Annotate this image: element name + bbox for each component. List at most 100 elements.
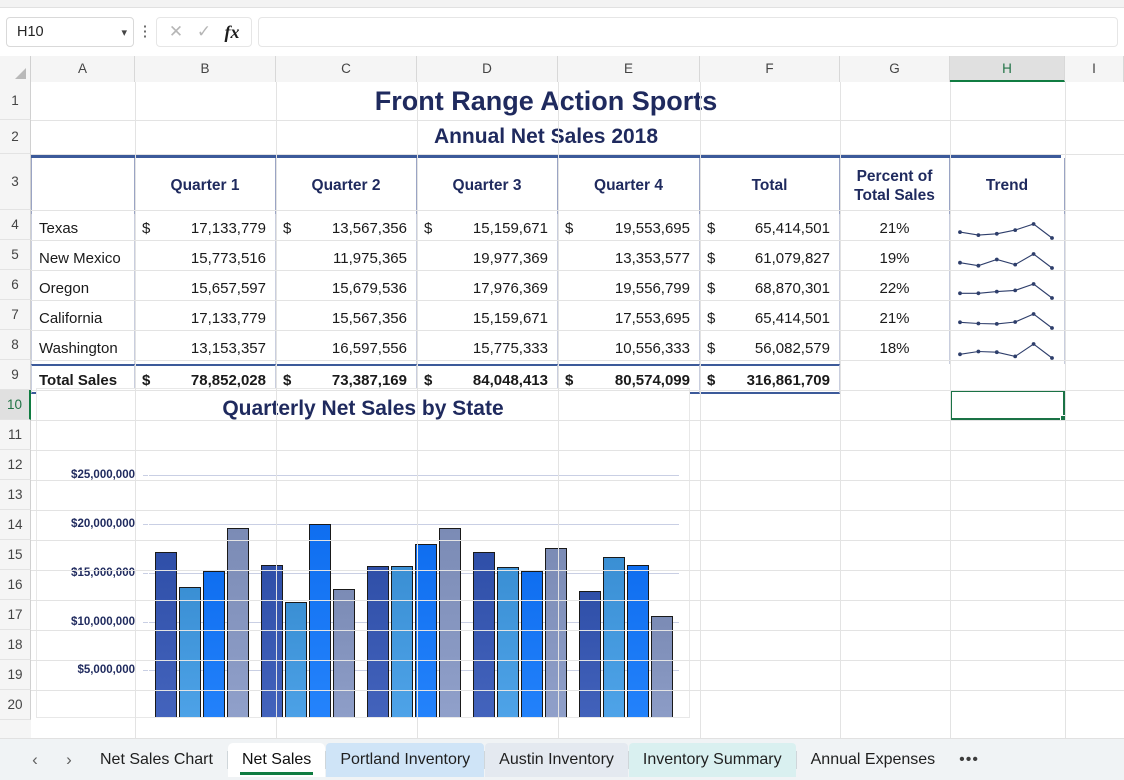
table-header-quarter-1[interactable]: Quarter 1 (135, 158, 276, 214)
row-header-17[interactable]: 17 (0, 600, 31, 630)
grid-vline (417, 82, 418, 738)
state-name: California (39, 310, 103, 327)
grid-vline (840, 82, 841, 738)
grid-vline (135, 82, 136, 738)
grid-hline (31, 480, 1124, 481)
insert-function-icon[interactable]: fx (219, 22, 245, 43)
column-header-e[interactable]: E (558, 56, 700, 82)
chart-bar (650, 616, 674, 717)
table-header-percent-of-total-sales[interactable]: Percent of Total Sales (840, 158, 950, 214)
row-header-20[interactable]: 20 (0, 690, 31, 720)
row-headers: 1 2 3 4 5 6 7 8 9 10 11 12 13 14 15 16 17 18 19 20 (0, 82, 31, 738)
row-header-9[interactable]: 9 (0, 360, 31, 390)
sheet-tab-inventory-summary[interactable]: Inventory Summary (628, 742, 796, 777)
column-header-a[interactable]: A (31, 56, 135, 82)
cancel-icon[interactable]: ✕ (163, 22, 189, 42)
chart-bar (260, 565, 284, 717)
chart-ytick-label: $20,000,000 (71, 518, 135, 531)
row-header-19[interactable]: 19 (0, 660, 31, 690)
ribbon-collapse-nub[interactable] (548, 0, 558, 4)
chevron-left-icon[interactable]: ‹ (18, 750, 52, 770)
row-header-18[interactable]: 18 (0, 630, 31, 660)
sheet-tab-net-sales[interactable]: Net Sales (227, 742, 326, 777)
row-header-1[interactable]: 1 (0, 82, 31, 120)
chart-bar (390, 566, 414, 717)
grid-hline (31, 600, 1124, 601)
percent-header-line1: Percent of (856, 167, 933, 185)
chart-ytick-mark (143, 572, 148, 574)
chart-ytick-label: $15,000,000 (71, 566, 135, 579)
grid-vline (1065, 82, 1066, 738)
column-header-f[interactable]: F (700, 56, 840, 82)
row-header-2[interactable]: 2 (0, 120, 31, 154)
sheet-tab-label: Portland Inventory (340, 750, 471, 768)
name-box[interactable]: H10 ▾ (6, 17, 134, 47)
formula-bar: H10 ▾ ⋮ ✕ ✓ fx (0, 8, 1124, 56)
chevron-right-icon[interactable]: › (52, 750, 86, 770)
grid-hline (31, 450, 1124, 451)
row-header-6[interactable]: 6 (0, 270, 31, 300)
table-header-quarter-2[interactable]: Quarter 2 (276, 158, 417, 214)
sheet-tabs: Net Sales Chart Net Sales Portland Invento… (86, 742, 989, 777)
grid-hline (31, 660, 1124, 661)
worksheet-grid: ABCDEFGHI 1 2 3 4 5 6 7 8 9 10 11 12 13 14 15 16 17 18 19 2… (0, 56, 1124, 738)
chart-bar (578, 590, 602, 717)
grid-hline (31, 210, 1124, 211)
chart-bar (332, 588, 356, 717)
column-header-b[interactable]: B (135, 56, 276, 82)
enter-icon[interactable]: ✓ (191, 22, 217, 42)
table-header-total[interactable]: Total (700, 158, 840, 214)
row-header-13[interactable]: 13 (0, 480, 31, 510)
chart-bar (308, 524, 332, 717)
select-all-corner[interactable] (0, 56, 31, 82)
row-header-8[interactable]: 8 (0, 330, 31, 360)
sheet-tab-label: Inventory Summary (642, 750, 782, 768)
grid-hline (31, 510, 1124, 511)
formula-input[interactable] (258, 17, 1118, 47)
column-header-d[interactable]: D (417, 56, 558, 82)
report-title: Front Range Action Sports (374, 86, 718, 116)
chart-ytick-mark (143, 621, 148, 623)
chart-gridline (149, 524, 679, 526)
chart-bar (154, 552, 178, 717)
chart-ytick-mark (143, 524, 148, 526)
more-sheets-icon[interactable]: ••• (949, 751, 989, 769)
row-header-15[interactable]: 15 (0, 540, 31, 570)
row-header-5[interactable]: 5 (0, 240, 31, 270)
sheet-tab-annual-expenses[interactable]: Annual Expenses (797, 743, 950, 777)
row-header-10[interactable]: 10 (0, 390, 31, 420)
sheet-tab-austin-inventory[interactable]: Austin Inventory (485, 742, 628, 777)
row-header-11[interactable]: 11 (0, 420, 31, 450)
sheet-tab-portland-inventory[interactable]: Portland Inventory (326, 742, 485, 777)
total-row-label: Total Sales (39, 372, 118, 389)
row-header-3[interactable]: 3 (0, 154, 31, 210)
row-header-14[interactable]: 14 (0, 510, 31, 540)
row-header-7[interactable]: 7 (0, 300, 31, 330)
table-header-state[interactable] (31, 158, 135, 214)
column-header-c[interactable]: C (276, 56, 417, 82)
column-header-h[interactable]: H (950, 56, 1065, 82)
row-header-12[interactable]: 12 (0, 450, 31, 480)
currency-symbol: $ (707, 372, 716, 389)
grid-hline (31, 330, 1124, 331)
column-header-g[interactable]: G (840, 56, 950, 82)
column-headers: ABCDEFGHI (0, 56, 1124, 82)
grid-hline (31, 300, 1124, 301)
sheet-tab-net-sales-chart[interactable]: Net Sales Chart (86, 743, 227, 777)
chart-bar (626, 565, 650, 717)
selected-cell-h10[interactable] (950, 390, 1067, 422)
more-options-icon[interactable]: ⋮ (134, 24, 156, 39)
chevron-down-icon[interactable]: ▾ (121, 26, 127, 39)
state-name: Washington (39, 340, 118, 357)
row-header-16[interactable]: 16 (0, 570, 31, 600)
table-header-quarter-4[interactable]: Quarter 4 (558, 158, 700, 214)
grid-hline (31, 120, 1124, 121)
table-header-trend[interactable]: Trend (950, 158, 1065, 214)
percent-header-line2: Total Sales (854, 187, 935, 204)
chart-bar (520, 571, 544, 717)
row-header-4[interactable]: 4 (0, 210, 31, 240)
grand-total-cell-value: 316,861,709 (746, 372, 830, 389)
column-header-i[interactable]: I (1065, 56, 1124, 82)
sheet-canvas[interactable]: Front Range Action Sports Annual Net Sal… (31, 82, 1124, 738)
table-header-quarter-3[interactable]: Quarter 3 (417, 158, 558, 214)
